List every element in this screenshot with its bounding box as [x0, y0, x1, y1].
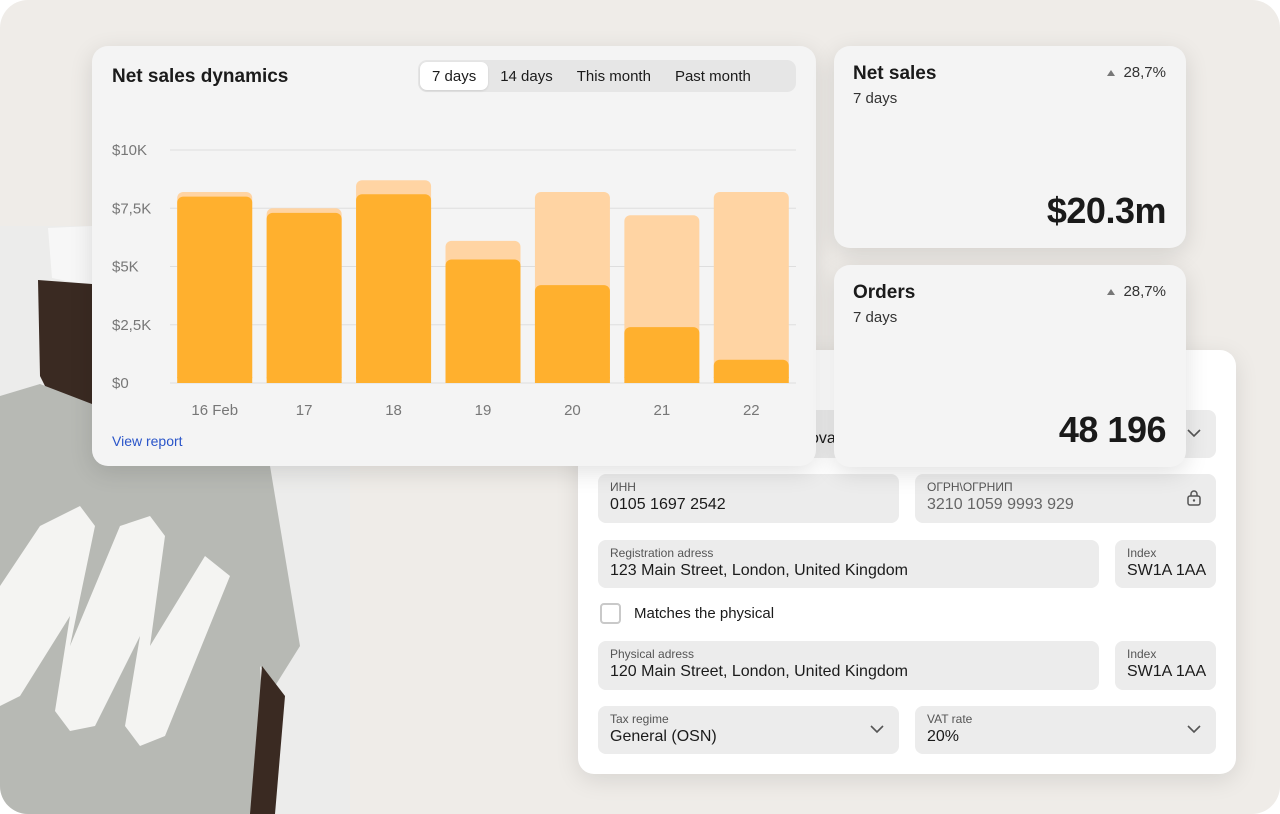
- registration-index-field[interactable]: Index SW1A 1AA: [1115, 540, 1216, 588]
- tax-regime-label: Tax regime: [610, 712, 669, 726]
- chevron-down-icon: [1187, 725, 1201, 734]
- vat-rate-label: VAT rate: [927, 712, 973, 726]
- bar-foreground[interactable]: [534, 285, 610, 383]
- registration-address-value: 123 Main Street, London, United Kingdom: [610, 562, 908, 579]
- y-tick-label: $7,5K: [112, 200, 151, 217]
- bar-foreground[interactable]: [266, 212, 342, 383]
- net-sales-value: $20.3m: [1046, 190, 1167, 231]
- x-tick-label: 20: [564, 402, 581, 419]
- orders-change: 28,7%: [1107, 283, 1166, 300]
- registration-address-field[interactable]: Registration adress 123 Main Street, Lon…: [598, 540, 1099, 588]
- vat-rate-value: 20%: [927, 728, 960, 745]
- y-tick-label: $0: [112, 375, 129, 392]
- inn-value: 0105 1697 2542: [610, 496, 726, 513]
- vat-rate-select[interactable]: VAT rate 20%: [915, 706, 1216, 754]
- bar-base: [177, 377, 253, 383]
- bar-foreground[interactable]: [624, 327, 700, 383]
- net-sales-change-value: 28,7%: [1123, 64, 1166, 81]
- net-sales-change: 28,7%: [1107, 64, 1166, 81]
- physical-index-value: SW1A 1AA: [1127, 663, 1207, 680]
- tax-regime-value: General (OSN): [610, 728, 717, 745]
- x-tick-label: 18: [385, 402, 402, 419]
- checkbox-box[interactable]: [600, 603, 621, 624]
- y-tick-label: $10K: [112, 142, 147, 159]
- orders-title: Orders: [853, 282, 916, 303]
- inn-field[interactable]: ИНН 0105 1697 2542: [598, 474, 899, 523]
- net-sales-bar-chart: $10K $7,5K $5K $2,5K $0 16 Feb 17 18 19 20 21 22: [112, 142, 796, 419]
- physical-address-value: 120 Main Street, London, United Kingdom: [610, 663, 908, 680]
- physical-address-label: Physical adress: [610, 647, 695, 661]
- net-sales-period: 7 days: [853, 90, 898, 107]
- ogrn-value: 3210 1059 9993 929: [927, 496, 1074, 513]
- x-tick-label: 21: [654, 402, 671, 419]
- ogrn-field[interactable]: ОГРН\ОГРНИП 3210 1059 9993 929: [915, 474, 1216, 523]
- orders-card: Orders 7 days 28,7% 48 196: [834, 265, 1186, 467]
- trend-up-icon: [1107, 69, 1116, 76]
- bar-foreground[interactable]: [177, 196, 253, 383]
- registration-index-label: Index: [1127, 546, 1157, 560]
- orders-period: 7 days: [853, 309, 898, 326]
- registration-index-value: SW1A 1AA: [1127, 562, 1207, 579]
- x-tick-label: 17: [296, 402, 313, 419]
- view-report-link[interactable]: View report: [112, 433, 183, 449]
- chevron-down-icon: [870, 725, 884, 734]
- bar-base: [624, 377, 700, 383]
- y-tick-label: $5K: [112, 259, 139, 276]
- x-tick-label: 16 Feb: [191, 402, 238, 419]
- trend-up-icon: [1107, 288, 1116, 295]
- matches-physical-label: Matches the physical: [634, 605, 775, 622]
- orders-change-value: 28,7%: [1123, 283, 1166, 300]
- orders-value: 48 196: [1058, 409, 1167, 450]
- bar-base: [266, 377, 342, 383]
- physical-address-field[interactable]: Physical adress 120 Main Street, London,…: [598, 641, 1099, 690]
- registration-address-label: Registration adress: [610, 546, 714, 560]
- net-sales-dynamics-card: Net sales dynamics 7 days 14 days This m…: [92, 46, 816, 466]
- lock-icon: [1187, 490, 1201, 506]
- canvas: ova ИНН 0105 1697 2542 ОГРН\ОГРНИП 3210 …: [0, 0, 1280, 814]
- chevron-down-icon: [1187, 429, 1201, 438]
- tax-regime-select[interactable]: Tax regime General (OSN): [598, 706, 899, 754]
- bar-base: [356, 377, 432, 383]
- bar-base: [713, 377, 789, 383]
- net-sales-card: Net sales 7 days 28,7% $20.3m: [834, 46, 1186, 248]
- matches-physical-checkbox[interactable]: Matches the physical: [600, 603, 774, 624]
- physical-index-field[interactable]: Index SW1A 1AA: [1115, 641, 1216, 690]
- ogrn-label: ОГРН\ОГРНИП: [927, 480, 1013, 494]
- net-sales-title: Net sales: [853, 63, 937, 84]
- bar-base: [534, 377, 610, 383]
- inn-label: ИНН: [610, 480, 636, 494]
- bar-foreground[interactable]: [445, 259, 521, 383]
- bar-foreground[interactable]: [356, 194, 432, 383]
- x-tick-label: 22: [743, 402, 760, 419]
- bar-background[interactable]: [713, 191, 789, 383]
- bar-base: [445, 377, 521, 383]
- physical-index-label: Index: [1127, 647, 1157, 661]
- x-tick-label: 19: [475, 402, 492, 419]
- y-tick-label: $2,5K: [112, 317, 151, 334]
